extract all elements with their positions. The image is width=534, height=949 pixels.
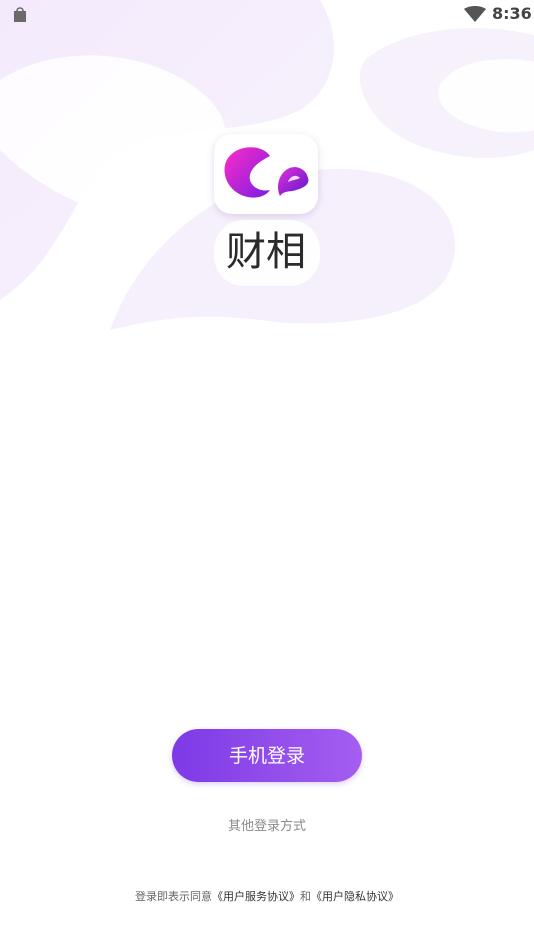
shopping-bag-icon <box>14 7 26 22</box>
login-screen: 8:36 财相 手机登录 其他登录方式 登录即表示同意《用户服务协议》和《用户隐… <box>0 0 534 949</box>
agreement-conjunction: 和 <box>300 890 311 903</box>
agreement-notice: 登录即表示同意《用户服务协议》和《用户隐私协议》 <box>0 888 534 904</box>
user-privacy-agreement-link[interactable]: 《用户隐私协议》 <box>311 890 399 903</box>
wifi-icon <box>464 6 486 22</box>
app-logo-icon <box>214 134 318 214</box>
app-wordmark-container: 财相 <box>214 220 320 286</box>
status-time: 8:36 <box>492 4 532 23</box>
phone-login-button[interactable]: 手机登录 <box>172 729 362 782</box>
status-bar: 8:36 <box>0 0 534 30</box>
other-login-methods-link[interactable]: 其他登录方式 <box>200 815 334 834</box>
user-service-agreement-link[interactable]: 《用户服务协议》 <box>212 890 300 903</box>
agreement-prefix: 登录即表示同意 <box>135 890 212 903</box>
app-wordmark: 财相 <box>226 229 306 275</box>
